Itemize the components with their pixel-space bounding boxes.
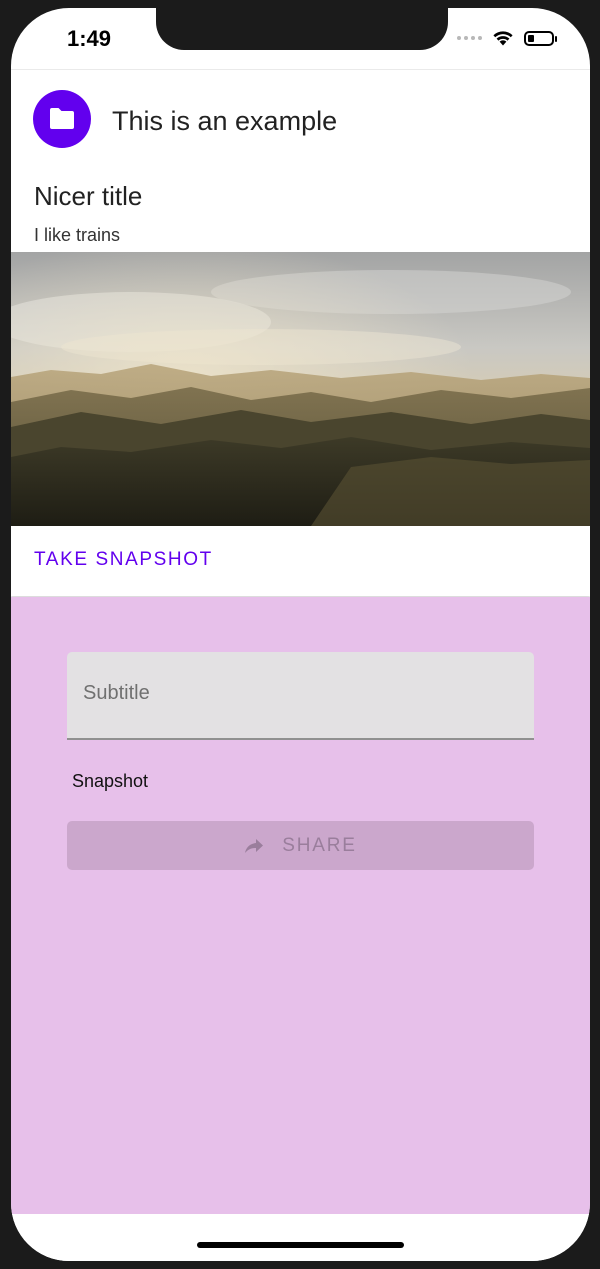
subtitle-field[interactable] [67, 652, 534, 740]
example-card: This is an example Nicer title I like tr… [11, 70, 590, 596]
app-screen: 1:49 This is an example Nicer title I li… [11, 8, 590, 1261]
cellular-signal-icon [457, 36, 482, 40]
status-indicators [457, 30, 557, 46]
folder-icon [50, 108, 74, 129]
device-notch [156, 8, 448, 50]
card-subtitle: I like trains [34, 225, 121, 245]
bottom-safe-area [11, 1214, 590, 1261]
battery-icon [524, 30, 557, 46]
status-time: 1:49 [67, 26, 112, 51]
wifi-icon [493, 31, 513, 46]
share-button[interactable]: SHARE [67, 821, 534, 870]
home-indicator[interactable] [197, 1242, 404, 1248]
share-button-label: SHARE [282, 834, 357, 856]
card-header-title: This is an example [112, 106, 338, 136]
take-snapshot-button[interactable]: TAKE SNAPSHOT [34, 549, 213, 571]
share-arrow-icon [245, 838, 264, 853]
device-frame: 1:49 This is an example Nicer title I li… [0, 0, 600, 1269]
card-cover-image [11, 252, 590, 526]
snapshot-form: Snapshot SHARE [11, 597, 590, 1214]
subtitle-input[interactable] [83, 682, 513, 705]
snapshot-label: Snapshot [72, 771, 149, 791]
card-title: Nicer title [34, 181, 143, 211]
card-avatar [33, 90, 91, 148]
